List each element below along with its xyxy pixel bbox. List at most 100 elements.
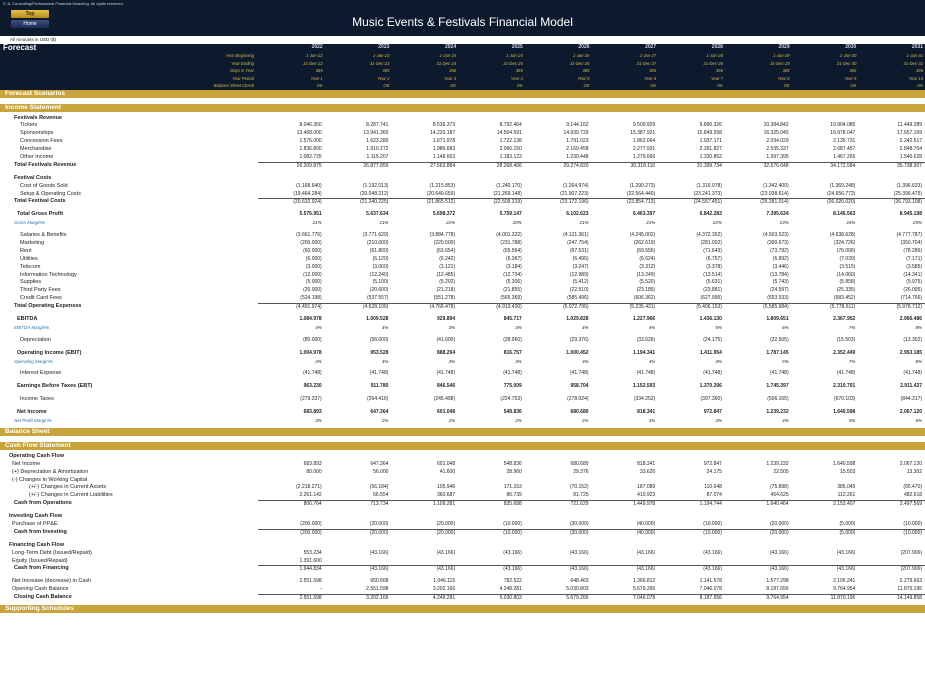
row-label: EBITDA Margin% — [14, 324, 50, 330]
table-row: Cost of Goods Sold (1.168.640) (1.192.013)… — [0, 183, 925, 191]
period-label: Balance Sheet Check — [213, 83, 254, 88]
value-cell: 21% — [446, 220, 456, 226]
value-cell: 1.449.978 — [632, 501, 656, 508]
value-cell: 3.202.166 — [366, 595, 389, 602]
value-cell: (585.496) — [567, 295, 589, 302]
period-cell: 1-Jan-27 — [639, 53, 657, 58]
value-cell: 360.687 — [437, 492, 456, 499]
value-cell: (683.452) — [833, 295, 856, 302]
value-cell: 1.436.130 — [699, 315, 722, 322]
value-cell: 14.149.858 — [897, 595, 923, 602]
value-cell: 2.551.598 — [299, 578, 322, 585]
value-cell: 816.757 — [503, 349, 522, 356]
value-cell: 1.370.206 — [699, 383, 722, 390]
value-cell: 20% — [512, 220, 522, 226]
section-forecast-scenarios[interactable]: Forecast Scenarios — [0, 89, 925, 98]
value-cell: (5.778.611) — [830, 304, 856, 311]
row-label: Festival Costs — [14, 174, 52, 181]
period-cell: 31-Dec-22 — [303, 60, 323, 66]
value-cell: (41.600) — [436, 336, 456, 343]
value-cell: - — [320, 586, 322, 593]
value-cell: 21% — [312, 220, 322, 226]
value-cell: 4% — [648, 324, 656, 330]
value-cell — [458, 558, 525, 566]
value-cell: 1.577.298 — [766, 578, 789, 585]
period-cell: OK — [516, 83, 523, 88]
section-balance-sheet[interactable]: Balance Sheet — [0, 427, 925, 436]
value-cell: (324.726) — [833, 239, 856, 246]
value-cell: 2% — [381, 418, 389, 423]
year-header: 2022 — [311, 44, 323, 50]
value-cell: (43.166) — [569, 566, 589, 573]
value-cell: (6.367) — [505, 255, 522, 262]
value-cell: (5.520) — [639, 279, 656, 286]
table-row: Third Party Fees (20.000) (20.600) (21.218)… — [0, 287, 925, 295]
value-cell: 3% — [448, 324, 456, 330]
year-header: 2023 — [378, 44, 390, 50]
value-cell: 7% — [848, 358, 856, 364]
value-cell: 846.546 — [437, 383, 456, 390]
value-cell: (627.995) — [700, 295, 722, 302]
period-cell: 31-Dec-31 — [903, 60, 924, 66]
value-cell: 647.364 — [370, 409, 389, 416]
value-cell: 4% — [381, 358, 389, 364]
value-cell: 650.568 — [370, 578, 389, 585]
section-supporting-schedules[interactable]: Supporting Schedules — [0, 605, 925, 614]
value-cell: 3% — [448, 358, 456, 364]
value-cell: (29.376) — [569, 336, 589, 343]
table-row: Investing Cash Flow — [0, 513, 925, 521]
value-cell: 3% — [515, 358, 522, 364]
table-row: Financing Cash Flow — [0, 542, 925, 550]
value-cell: (5.978.712) — [896, 304, 923, 311]
value-cell — [325, 558, 392, 566]
value-cell: (4.777.787) — [896, 232, 923, 239]
period-cell: 1-Jan-22 — [306, 53, 323, 58]
value-cell: 14.220.187 — [430, 130, 456, 137]
period-cell: Year 10 — [908, 75, 924, 81]
value-cell: (653.533) — [767, 295, 789, 302]
table-row: EBITDA Margin% 4% 4% 3% 3% 4% 4% 5% 6% 7% 8% — [0, 324, 925, 332]
value-cell: (23.241.373) — [693, 190, 722, 197]
value-cell: (43.166) — [836, 549, 856, 556]
value-cell: 454.625 — [770, 492, 789, 499]
value-cell: (350.704) — [900, 239, 923, 246]
value-cell: (264.416) — [367, 396, 389, 403]
value-cell: (279.337) — [300, 396, 322, 403]
value-cell: 34.172.584 — [830, 162, 856, 169]
value-cell: 1.640.598 — [833, 460, 856, 467]
row-label: Cash from Investing — [14, 528, 67, 535]
value-cell: 6.102.623 — [566, 211, 589, 218]
section-cash-flow-statement[interactable]: Cash Flow Statement — [0, 441, 925, 450]
row-label: Net Income — [17, 409, 47, 416]
value-cell: 1.152.593 — [632, 383, 656, 390]
period-cell: 31-Dec-28 — [703, 60, 723, 66]
value-cell: 1.540.628 — [899, 153, 923, 160]
value-cell: 1.623.280 — [366, 138, 389, 145]
value-cell: (4.245.002) — [629, 232, 656, 239]
value-cell: 1.141.578 — [699, 578, 722, 585]
value-cell: 963.230 — [303, 383, 322, 390]
row-label: Earnings Before Taxes (EBT) — [17, 383, 93, 390]
value-cell: (56.184) — [369, 484, 389, 491]
value-cell: 13.302 — [906, 468, 923, 475]
value-cell: 29.376 — [573, 468, 589, 475]
value-cell: 929.894 — [437, 315, 456, 322]
value-cell: 11.870.195 — [830, 595, 856, 602]
value-cell: (41.748) — [770, 370, 789, 377]
value-cell: 5.030.803 — [499, 595, 522, 602]
value-cell: (43.166) — [436, 549, 456, 556]
value-cell: (5.000) — [839, 529, 856, 536]
value-cell: 3% — [315, 418, 322, 423]
value-cell: (41.748) — [636, 370, 656, 377]
value-cell: 2.535.337 — [766, 146, 789, 153]
table-row: Opening Cash Balance - 2.551.598 3.202.166 4… — [0, 586, 925, 594]
section-income-statement[interactable]: Income Statement — [0, 103, 925, 112]
value-cell: (12.734) — [503, 271, 522, 278]
table-row: (+) Depreciation & Amortization 80.000 56.… — [0, 469, 925, 477]
value-cell: (4.638.628) — [829, 232, 856, 239]
value-cell: 2.277.931 — [632, 146, 656, 153]
value-cell: 21% — [579, 220, 589, 226]
value-cell: (25.281.014) — [760, 199, 789, 206]
value-cell: 2.551.598 — [299, 595, 322, 602]
value-cell: (247.754) — [567, 239, 589, 246]
